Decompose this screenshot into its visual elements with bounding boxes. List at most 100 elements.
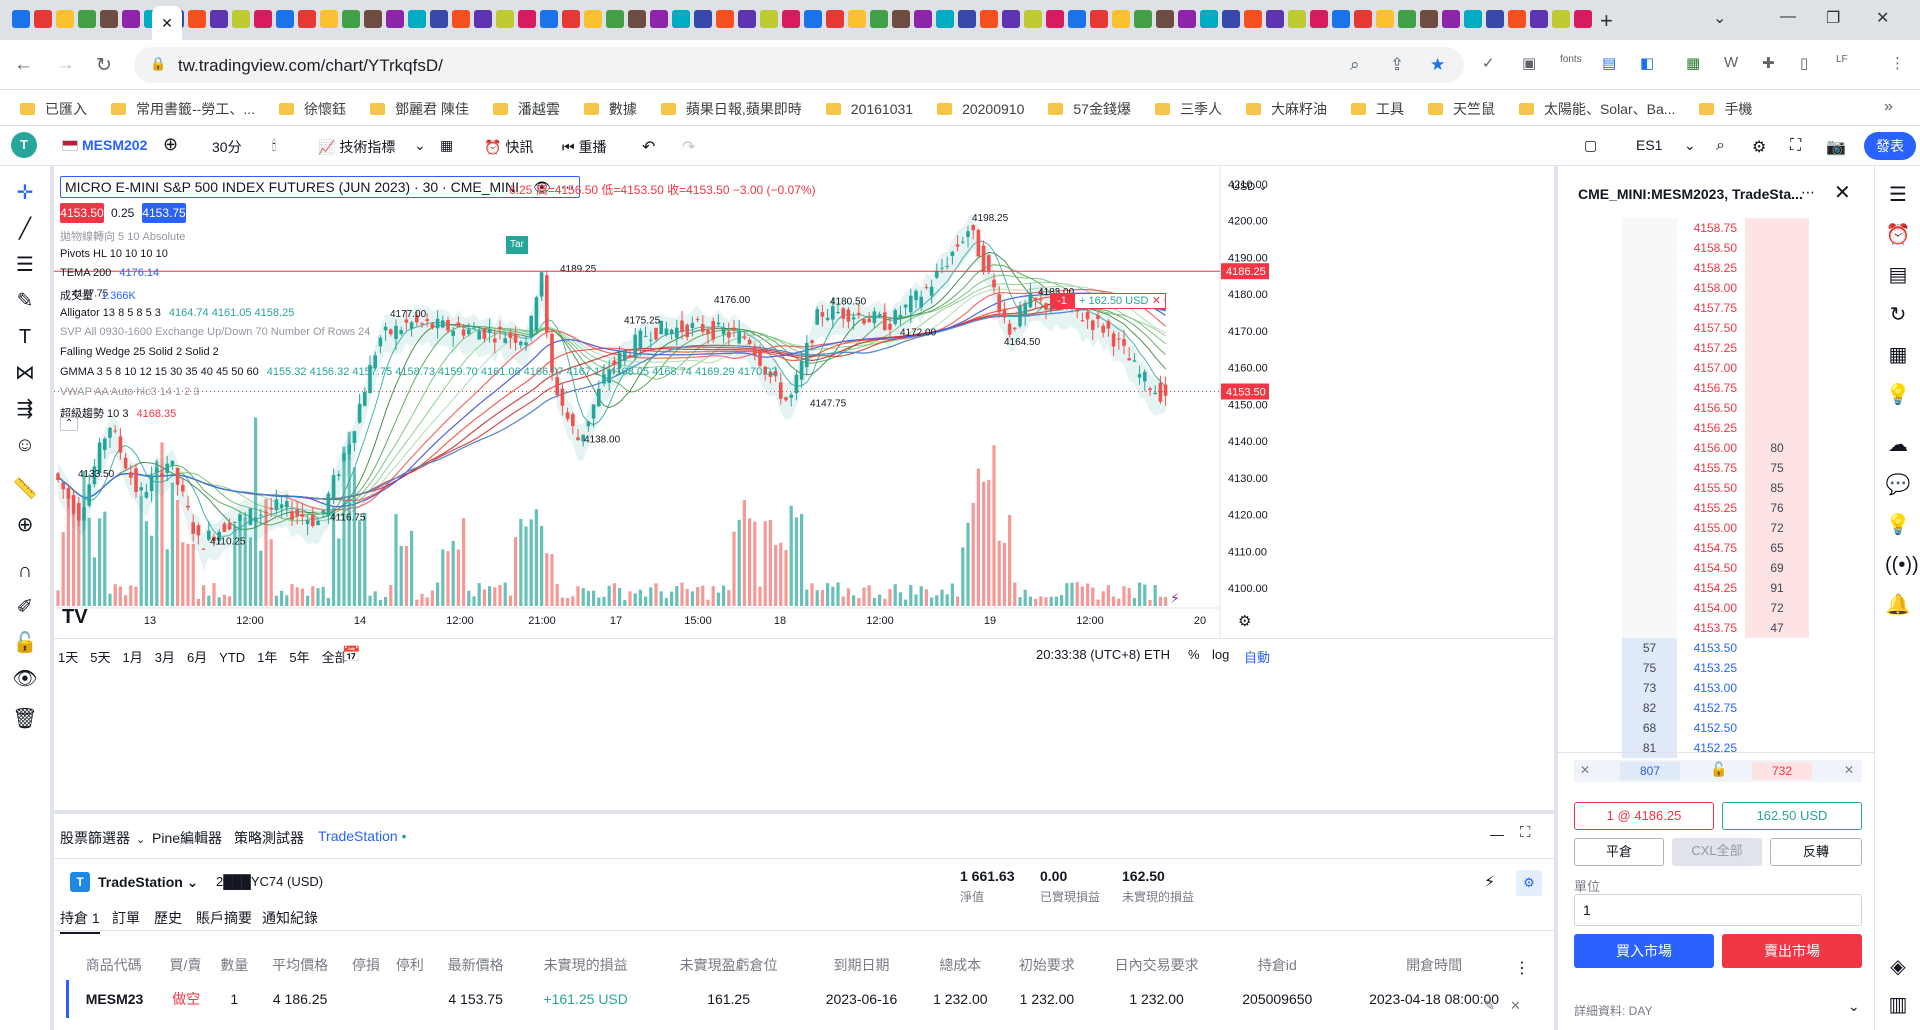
ladder-price-cell[interactable]: 4157.50 [1677, 318, 1745, 338]
ladder-price-cell[interactable]: 4152.25 [1677, 738, 1745, 758]
lock-icon[interactable]: 🔒 [150, 56, 166, 72]
ladder-bid-cell[interactable] [1622, 278, 1677, 298]
more-bookmarks-icon[interactable]: » [1884, 98, 1893, 116]
ladder-ask-cell[interactable]: 76 [1745, 498, 1809, 518]
back-icon[interactable]: ← [14, 54, 33, 76]
ladder-row[interactable]: 4156.25 [1622, 418, 1820, 438]
bookmark-item[interactable]: 蘋果日報,蘋果即時 [660, 99, 802, 119]
crosshair-icon[interactable]: ✛ [12, 180, 38, 206]
bookmark-item[interactable]: 鄧麗君 陳佳 [370, 99, 469, 119]
side-panel-icon[interactable]: ▯ [1800, 54, 1808, 72]
tab-favicon-icon[interactable] [298, 10, 316, 28]
pnl-button[interactable]: 162.50 USD [1722, 802, 1862, 830]
active-tab[interactable]: ✕ [152, 6, 182, 40]
tab-favicon-icon[interactable] [1046, 10, 1064, 28]
smart-extension-icon[interactable]: ▣ [1522, 54, 1536, 72]
tab-favicon-icon[interactable] [386, 10, 404, 28]
ladder-ask-cell[interactable]: 65 [1745, 538, 1809, 558]
lock-ladder-icon[interactable]: 🔓 [1710, 761, 1727, 778]
ladder-price-cell[interactable]: 4157.75 [1677, 298, 1745, 318]
omnibox[interactable]: 🔒 tw.tradingview.com/chart/YTrkqfsD/ ⌕ ⇪… [134, 47, 1464, 83]
tab-favicon-icon[interactable] [1354, 10, 1372, 28]
ladder-bid-cell[interactable] [1622, 218, 1677, 238]
edit-position-icon[interactable]: ✎ [1484, 998, 1495, 1014]
sell-price-box[interactable]: 4153.50 [60, 203, 104, 223]
ladder-price-cell[interactable]: 4155.00 [1677, 518, 1745, 538]
tab-favicon-icon[interactable] [342, 10, 360, 28]
lock-drawings-icon[interactable]: 🔓 [12, 630, 38, 656]
ladder-row[interactable]: 57 4153.50 [1622, 638, 1820, 658]
trendline-icon[interactable]: ╱ [12, 216, 38, 242]
dom-close-icon[interactable]: ✕ [1834, 180, 1851, 205]
range-button[interactable]: 3月 [155, 650, 175, 665]
ladder-ask-cell[interactable]: 69 [1745, 558, 1809, 578]
column-header[interactable]: 停損 [344, 950, 388, 980]
ladder-ask-cell[interactable] [1745, 238, 1809, 258]
tab-favicon-icon[interactable] [1376, 10, 1394, 28]
layout-name-button[interactable]: ES1 [1636, 137, 1662, 153]
magnet-icon[interactable]: ∩ [12, 558, 38, 584]
bookmark-item[interactable]: 常用書籤--勞工、... [111, 99, 255, 119]
ladder-ask-cell[interactable]: 91 [1745, 578, 1809, 598]
ladder-price-cell[interactable]: 4152.50 [1677, 718, 1745, 738]
ladder-ask-cell[interactable]: 72 [1745, 518, 1809, 538]
ladder-row[interactable]: 4156.75 [1622, 378, 1820, 398]
ladder-bid-cell[interactable] [1622, 558, 1677, 578]
chart-settings-gear-icon[interactable]: ⚙ [1238, 612, 1251, 630]
tab-favicon-icon[interactable] [628, 10, 646, 28]
lightning-icon[interactable]: ⚡ [1170, 590, 1180, 607]
chart-legend-title[interactable]: MICRO E-MINI S&P 500 INDEX FUTURES (JUN … [60, 176, 580, 198]
ladder-price-cell[interactable]: 4153.75 [1677, 618, 1745, 638]
indicators-chevron-icon[interactable]: ⌄ [414, 137, 426, 154]
tab-favicon-icon[interactable] [1442, 10, 1460, 28]
bookmark-item[interactable]: 20200910 [937, 101, 1024, 117]
indicator-legend-row[interactable]: 成交量 1.366K [60, 287, 778, 307]
tab-favicon-icon[interactable] [188, 10, 206, 28]
ladder-ask-cell[interactable] [1745, 658, 1809, 678]
tab-favicon-icon[interactable] [1288, 10, 1306, 28]
chat-cloud-icon[interactable]: ☁ [1885, 432, 1911, 458]
w-extension-icon[interactable]: W [1724, 54, 1738, 71]
tab-favicon-icon[interactable] [1574, 10, 1592, 28]
tab-favicon-icon[interactable] [1266, 10, 1284, 28]
tab-favicon-icon[interactable] [100, 10, 118, 28]
ladder-price-cell[interactable]: 4158.25 [1677, 258, 1745, 278]
close-tab-icon[interactable]: ✕ [161, 15, 173, 31]
tab-favicon-icon[interactable] [1486, 10, 1504, 28]
ladder-row[interactable]: 4156.00 80 [1622, 438, 1820, 458]
column-header[interactable]: 日內交易要求 [1091, 950, 1223, 980]
tab-favicon-icon[interactable] [782, 10, 800, 28]
ladder-price-cell[interactable]: 4158.50 [1677, 238, 1745, 258]
hotlist-icon[interactable]: ↻ [1885, 302, 1911, 328]
column-header[interactable]: 平均價格 [256, 950, 344, 980]
position-pnl-tag[interactable]: + 162.50 USD ✕ [1074, 293, 1166, 309]
tab-favicon-icon[interactable] [980, 10, 998, 28]
close-window-icon[interactable]: ✕ [1876, 8, 1889, 28]
tab-favicon-icon[interactable] [430, 10, 448, 28]
ladder-price-cell[interactable]: 4155.25 [1677, 498, 1745, 518]
flatten-button[interactable]: 平倉 [1574, 838, 1664, 866]
range-button[interactable]: 1月 [122, 650, 142, 665]
indicator-legend-row[interactable]: VWAP AA Auto hlc3 14 1 2 3 [60, 386, 778, 406]
ladder-row[interactable]: 4157.50 [1622, 318, 1820, 338]
tab-favicon-icon[interactable] [1508, 10, 1526, 28]
ladder-price-cell[interactable]: 4157.00 [1677, 358, 1745, 378]
close-position-row-icon[interactable]: ✕ [1510, 998, 1521, 1014]
broadcast-icon[interactable]: ((•)) [1885, 552, 1919, 578]
range-button[interactable]: 5年 [289, 650, 309, 665]
bottom-tab[interactable]: Pine編輯器 [152, 828, 222, 848]
price-ladder[interactable]: 4158.75 4158.50 4158.25 4158.00 4157.75 4157.… [1622, 218, 1820, 758]
messages-icon[interactable]: 💬 [1885, 472, 1911, 498]
ladder-price-cell[interactable]: 4158.00 [1677, 278, 1745, 298]
text-icon[interactable]: T [12, 324, 38, 350]
ladder-price-cell[interactable]: 4156.50 [1677, 398, 1745, 418]
details-chevron-icon[interactable]: ⌄ [1848, 998, 1860, 1015]
ladder-ask-cell[interactable] [1745, 418, 1809, 438]
collapse-legend-icon[interactable]: ⌃ [60, 417, 78, 431]
range-button[interactable]: 6月 [187, 650, 207, 665]
tab-favicon-icon[interactable] [276, 10, 294, 28]
translate-extension-icon[interactable]: ◧ [1640, 54, 1654, 72]
tab-favicon-icon[interactable] [1420, 10, 1438, 28]
ladder-row[interactable]: 4154.25 91 [1622, 578, 1820, 598]
ladder-bid-cell[interactable]: 57 [1622, 638, 1677, 658]
